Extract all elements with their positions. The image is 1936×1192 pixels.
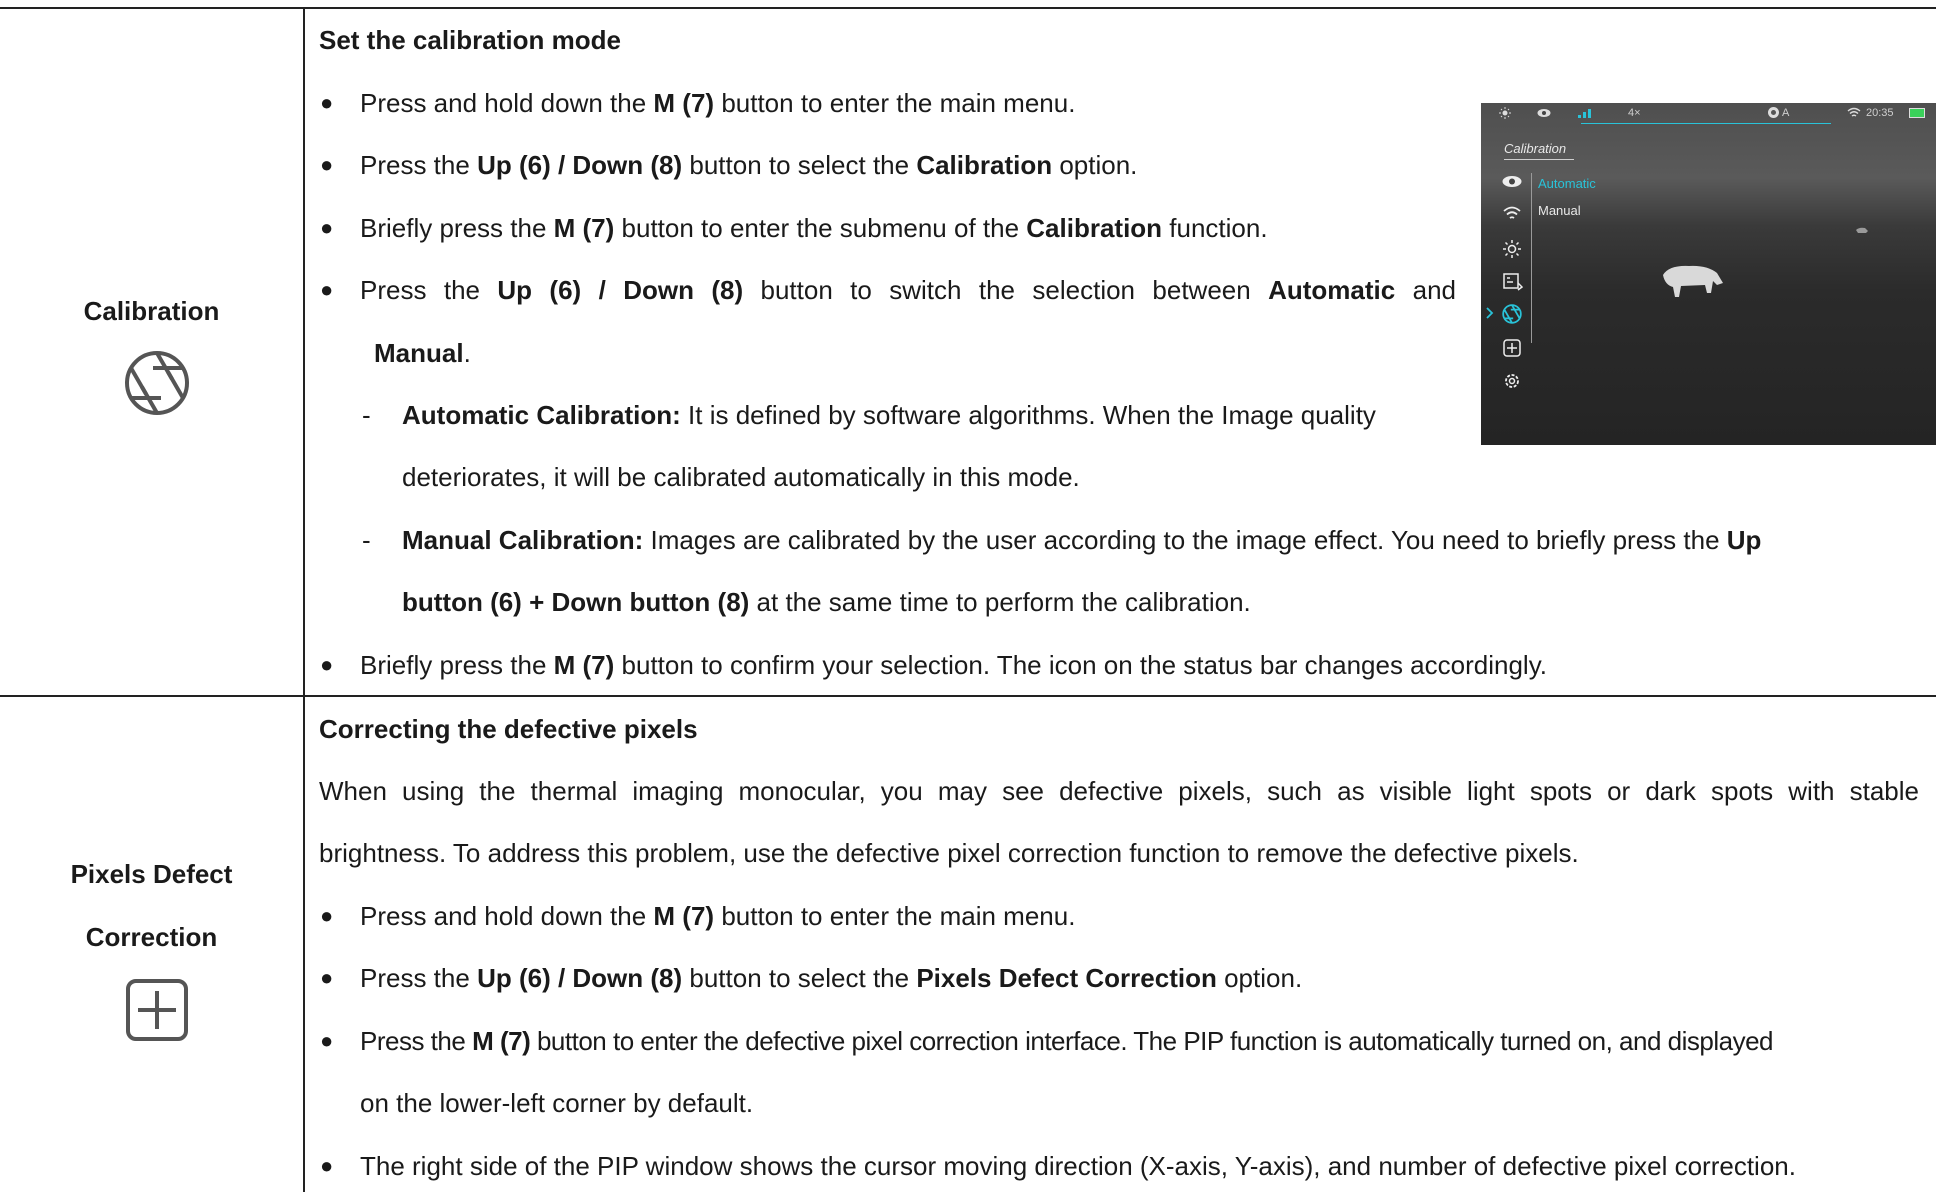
calibration-step-5: Briefly press the M (7) button to confir… <box>360 650 1547 680</box>
pixels-intro-line1: When using the thermal imaging monocular… <box>319 776 1919 806</box>
pixel-correction-icon <box>126 979 188 1041</box>
zoom-indicator: 4× <box>1628 107 1641 119</box>
pixels-step-3: Press the M (7) button to enter the defe… <box>360 1026 1773 1056</box>
display-menu-icon <box>1503 273 1523 291</box>
bullet-icon: ● <box>320 1028 334 1053</box>
wifi-icon <box>1847 107 1861 117</box>
option-automatic[interactable]: Automatic <box>1538 176 1596 192</box>
calibration-heading: Set the calibration mode <box>319 25 621 55</box>
bullet-icon: ● <box>320 277 334 302</box>
eye-menu-icon <box>1502 176 1522 187</box>
calibration-label: Calibration <box>83 296 220 326</box>
bullet-icon: ● <box>320 652 334 677</box>
calibration-step-4-cont: Manual. <box>374 338 471 368</box>
pixels-intro-line2: brightness. To address this problem, use… <box>319 838 1579 868</box>
table-top-border <box>0 7 1936 9</box>
menu-title-underline <box>1504 159 1574 160</box>
pixels-step-2: Press the Up (6) / Down (8) button to se… <box>360 963 1303 993</box>
pixels-defect-label-line1: Pixels Defect <box>70 859 233 889</box>
bullet-icon: ● <box>320 90 334 115</box>
status-bar: 4× A 20:35 <box>1481 103 1936 124</box>
bullet-icon: ● <box>320 152 334 177</box>
menu-title: Calibration <box>1504 141 1567 156</box>
menu-vertical-line <box>1531 173 1532 343</box>
calibration-status-icon <box>1768 107 1779 118</box>
brightness-icon <box>1499 107 1511 119</box>
battery-icon <box>1909 108 1925 118</box>
row-divider <box>0 695 1936 697</box>
signal-icon <box>1578 109 1591 118</box>
distant-animal-silhouette <box>1856 227 1868 233</box>
menu-selector-chevron-icon <box>1486 307 1494 319</box>
automatic-calibration-text: Automatic Calibration: It is defined by … <box>402 400 1376 430</box>
calibration-step-3: Briefly press the M (7) button to enter … <box>360 213 1268 243</box>
bullet-icon: ● <box>320 1153 334 1178</box>
dash-marker: - <box>362 525 371 555</box>
clock: 20:35 <box>1866 107 1894 119</box>
pixels-step-3-cont: on the lower-left corner by default. <box>360 1088 754 1118</box>
bullet-icon: ● <box>320 215 334 240</box>
status-bar-line <box>1581 123 1831 124</box>
calibration-step-1: Press and hold down the M (7) button to … <box>360 88 1076 118</box>
pixels-defect-label-line2: Correction <box>85 922 218 952</box>
aperture-icon <box>125 351 189 415</box>
bullet-icon: ● <box>320 965 334 990</box>
boar-silhouette <box>1663 265 1723 297</box>
pixels-step-1: Press and hold down the M (7) button to … <box>360 901 1076 931</box>
bullet-icon: ● <box>320 903 334 928</box>
column-divider <box>303 7 305 1192</box>
calibration-step-4: Press the Up (6) / Down (8) button to sw… <box>360 275 1456 305</box>
wifi-menu-icon <box>1503 206 1521 219</box>
settings-menu-icon <box>1505 374 1519 388</box>
dash-marker: - <box>362 400 371 430</box>
pixel-correction-menu-icon <box>1503 339 1521 357</box>
pixels-heading: Correcting the defective pixels <box>319 714 698 744</box>
manual-calibration-text: Manual Calibration: Images are calibrate… <box>402 525 1762 555</box>
manual-calibration-text-cont: button (6) + Down button (8) at the same… <box>402 587 1251 617</box>
pixels-step-4: The right side of the PIP window shows t… <box>360 1151 1796 1181</box>
device-screen-image: 4× A 20:35 Calibration Automatic Manual <box>1481 103 1936 445</box>
eye-icon <box>1537 109 1551 117</box>
calibration-mode-indicator: A <box>1782 107 1790 119</box>
brightness-menu-icon <box>1503 240 1521 258</box>
automatic-calibration-text-cont: deteriorates, it will be calibrated auto… <box>402 462 1080 492</box>
option-manual[interactable]: Manual <box>1538 203 1581 219</box>
calibration-menu-icon <box>1502 304 1522 324</box>
calibration-step-2: Press the Up (6) / Down (8) button to se… <box>360 150 1138 180</box>
